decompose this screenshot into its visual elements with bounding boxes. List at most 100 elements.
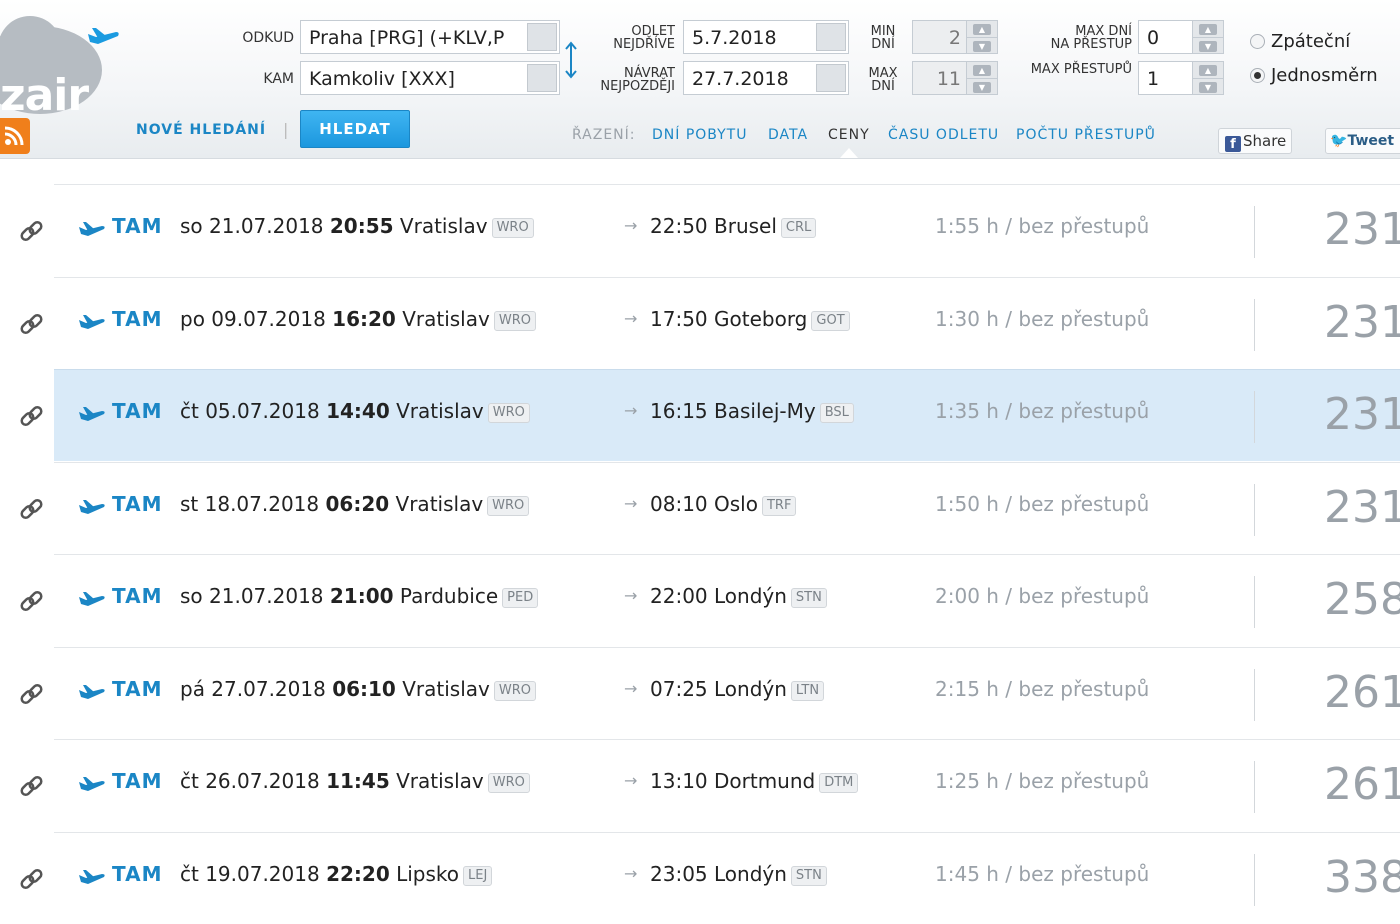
search-button[interactable]: HLEDAT [300, 110, 410, 148]
arrival-airport-code: LTN [790, 680, 825, 701]
departure-city: Vratislav [399, 214, 488, 238]
rss-icon [4, 126, 24, 146]
sort-departure-time[interactable]: ČASU ODLETU [888, 127, 999, 143]
arrival-info: 13:10 Dortmund DTM [650, 769, 859, 793]
sort-price[interactable]: CENY [828, 127, 870, 143]
divider [1254, 668, 1255, 721]
departure-day: čt 26.07.2018 [180, 769, 320, 793]
link-icon[interactable] [18, 866, 46, 894]
max-transfers-value: 1 [1147, 68, 1160, 90]
departure-day: so 21.07.2018 [180, 584, 324, 608]
departure-airport-code: PED [502, 588, 539, 608]
departure-airport-code: WRO [487, 773, 530, 793]
result-row[interactable]: TAM čt 19.07.2018 22:20 Lipsko LEJ → 23:05 L… [0, 831, 1400, 924]
depart-label-2: NEJDŘÍVE [613, 37, 675, 52]
max-stop-days-stepper[interactable]: ▲ ▼ [1192, 20, 1224, 54]
duration: 1:55 h / bez přestupů [935, 214, 1150, 238]
arrival-info: 17:50 Goteborg GOT [650, 307, 850, 331]
to-label: KAM [263, 71, 294, 87]
link-icon[interactable] [18, 218, 46, 246]
facebook-share-button[interactable]: f Share [1218, 128, 1292, 154]
price: 338 [1324, 851, 1400, 903]
link-icon[interactable] [18, 311, 46, 339]
arrival-airport-code: GOT [811, 310, 850, 331]
trip-oneway-radio[interactable]: Jednosměrn [1250, 65, 1378, 86]
link-icon[interactable] [18, 403, 46, 431]
plane-icon [79, 407, 105, 421]
arrival-city: Brusel [714, 214, 777, 238]
direction-label: TAM [112, 769, 163, 793]
min-days-value: 2 [948, 27, 961, 49]
departure-day: čt 19.07.2018 [180, 861, 320, 886]
result-row[interactable]: TAM so 21.07.2018 21:00 Pardubice PED → 22:0… [0, 554, 1400, 646]
departure-info: čt 19.07.2018 22:20 Lipsko LEJ [180, 861, 493, 886]
departure-city: Vratislav [402, 306, 490, 331]
duration: 1:25 h / bez přestupů [935, 769, 1150, 793]
tweet-label: Tweet [1347, 133, 1395, 149]
direction-label: TAM [112, 214, 163, 238]
arrival-time: 17:50 [650, 306, 708, 331]
divider: | [283, 120, 289, 139]
result-row[interactable]: TAM st 18.07.2018 06:20 Vratislav WRO → 08:1… [0, 461, 1400, 554]
duration: 1:35 h / bez přestupů [935, 399, 1150, 423]
from-picker-button[interactable] [527, 23, 557, 51]
result-row[interactable]: TAM čt 05.07.2018 14:40 Vratislav WRO → 16:1… [0, 369, 1400, 461]
departure-city: Vratislav [402, 676, 490, 701]
depart-date-input[interactable]: 5.7.2018 [683, 20, 849, 54]
sort-transfers[interactable]: POČTU PŘESTUPŮ [1016, 127, 1156, 143]
arrival-airport-code: DTM [819, 773, 859, 793]
tweet-button[interactable]: 🐦Tweet [1325, 128, 1400, 154]
to-picker-button[interactable] [527, 64, 557, 92]
new-search-link[interactable]: NOVÉ HLEDÁNÍ [136, 122, 266, 138]
return-label-2: NEJPOZDĚJI [600, 79, 675, 94]
departure-city: Lipsko [396, 861, 460, 886]
return-date-input[interactable]: 27.7.2018 [683, 61, 849, 95]
return-calendar-icon[interactable] [816, 64, 846, 92]
min-days-input[interactable]: 2 [912, 20, 968, 54]
arrow-icon: → [624, 586, 638, 605]
to-value: Kamkoliv [XXX] [309, 68, 455, 90]
price: 231 [1324, 389, 1400, 440]
result-row[interactable]: TAM po 09.07.2018 16:20 Vratislav WRO → 17:5… [0, 276, 1400, 369]
divider [1254, 206, 1255, 258]
min-days-stepper[interactable]: ▲ ▼ [966, 20, 998, 54]
max-days-stepper[interactable]: ▲ ▼ [966, 61, 998, 95]
result-row[interactable]: TAM so 21.07.2018 20:55 Vratislav WRO → 22:5… [0, 184, 1400, 276]
max-transfers-input[interactable]: 1 [1138, 61, 1194, 95]
sort-date[interactable]: DATA [768, 127, 808, 143]
max-days-label-2: DNÍ [871, 79, 895, 94]
to-input[interactable]: Kamkoliv [XXX] [300, 61, 560, 95]
rss-button[interactable] [0, 118, 30, 154]
arrival-city: Basilej-My [714, 399, 816, 423]
depart-calendar-icon[interactable] [816, 23, 846, 51]
max-stop-days-input[interactable]: 0 [1138, 20, 1194, 54]
logo-text: zair [0, 70, 89, 121]
departure-city: Pardubice [399, 584, 499, 608]
from-input[interactable]: Praha [PRG] (+KLV,P [300, 20, 560, 54]
arrival-info: 22:00 Londýn STN [650, 584, 827, 608]
arrival-airport-code: TRF [761, 495, 797, 516]
plane-icon [79, 592, 105, 606]
departure-info: čt 26.07.2018 11:45 Vratislav WRO [180, 769, 530, 793]
arrival-city: Goteborg [714, 306, 808, 331]
link-icon[interactable] [18, 773, 46, 801]
link-icon[interactable] [18, 496, 46, 524]
trip-return-radio[interactable]: Zpáteční [1250, 31, 1350, 52]
duration: 1:30 h / bez přestupů [935, 306, 1150, 331]
max-transfers-stepper[interactable]: ▲ ▼ [1192, 61, 1224, 95]
trip-oneway-label: Jednosměrn [1271, 65, 1378, 86]
result-row[interactable]: TAM čt 26.07.2018 11:45 Vratislav WRO → 13:1… [0, 739, 1400, 831]
departure-city: Vratislav [396, 399, 484, 423]
link-icon[interactable] [18, 681, 46, 709]
link-icon[interactable] [18, 588, 46, 616]
departure-time: 21:00 [329, 584, 394, 608]
result-row[interactable]: TAM pá 27.07.2018 06:10 Vratislav WRO → 07:2… [0, 646, 1400, 739]
sort-days[interactable]: DNÍ POBYTU [652, 127, 747, 143]
plane-icon [79, 869, 105, 884]
max-days-input[interactable]: 11 [912, 61, 968, 95]
arrival-time: 16:15 [650, 399, 708, 423]
departure-airport-code: LEJ [463, 865, 493, 886]
arrow-icon: → [624, 863, 638, 883]
duration: 2:15 h / bez přestupů [935, 676, 1150, 701]
arrival-time: 08:10 [650, 491, 708, 516]
